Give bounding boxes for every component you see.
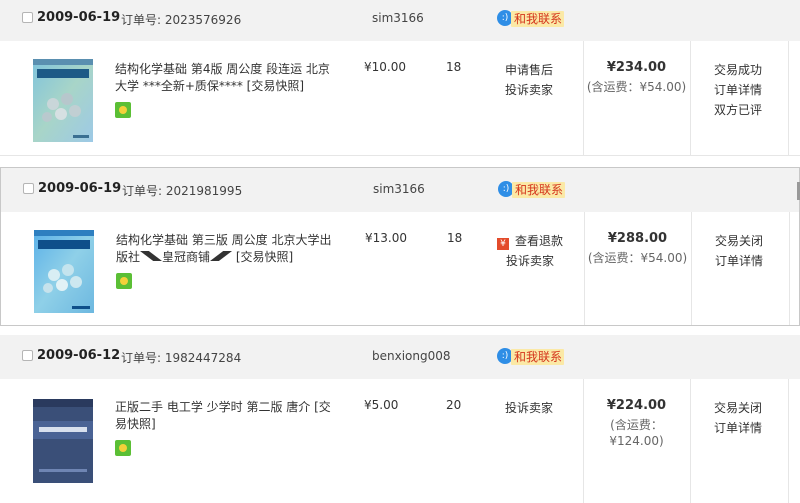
complain-seller-link[interactable]: 投诉卖家 <box>505 80 553 100</box>
apply-after-sales-link[interactable]: 申请售后 <box>505 60 553 80</box>
status-text: 交易关闭 <box>715 234 764 248</box>
contact-label: 和我联系 <box>511 349 565 365</box>
divider <box>583 41 584 155</box>
shipping-fee: (含运费：¥54.00) <box>586 80 687 94</box>
quantity: 18 <box>446 60 462 74</box>
order-status: 交易关闭 订单详情 <box>714 398 762 438</box>
unit-price: ¥10.00 <box>364 60 406 74</box>
order-item-row: 结构化学基础 第4版 周公度 段连运 北京大学 ***全新+质保**** [交易… <box>0 41 800 155</box>
divider <box>0 155 800 156</box>
quantity: 18 <box>447 231 463 245</box>
order-date: 2009-06-19 <box>38 181 122 196</box>
rating-status: 双方已评 <box>714 103 763 117</box>
seller-name[interactable]: benxiong008 <box>372 349 451 363</box>
contact-label: 和我联系 <box>511 11 565 27</box>
order-details-link[interactable]: 订单详情 <box>714 80 762 100</box>
order-item-row: 结构化学基础 第三版 周公度 北京大学出版社 皇冠商铺 [交易快照] ¥13.00… <box>1 212 800 326</box>
order-details-link[interactable]: 订单详情 <box>714 418 762 438</box>
order-status: 交易关闭 订单详情 <box>715 231 763 271</box>
divider <box>690 41 691 155</box>
consumer-protection-icon <box>116 273 132 289</box>
order-card-selected: 2009-06-19 订单号: 2021981995 sim3166 :) 和我… <box>0 167 800 326</box>
unit-price: ¥13.00 <box>365 231 407 245</box>
order-actions: 投诉卖家 <box>505 398 553 418</box>
divider <box>690 379 691 503</box>
order-card: 2009-06-19 订单号: 2023576926 sim3166 :) 和我… <box>0 0 800 158</box>
status-text: 交易关闭 <box>714 401 763 415</box>
order-checkbox[interactable] <box>22 12 33 23</box>
order-item-row: 正版二手 电工学 少学时 第二版 唐介 [交易快照] ¥5.00 20 投诉卖家… <box>0 379 800 503</box>
order-date: 2009-06-12 <box>37 348 121 363</box>
snapshot-link[interactable]: [交易快照] <box>232 250 293 264</box>
order-header: 2009-06-12 订单号: 1982447284 benxiong008 :… <box>0 335 800 379</box>
order-header: 2009-06-19 订单号: 2023576926 sim3166 :) 和我… <box>0 0 800 41</box>
order-details-link[interactable]: 订单详情 <box>715 251 763 271</box>
consumer-protection-icon <box>115 102 131 118</box>
divider <box>584 212 585 325</box>
complain-seller-link[interactable]: 投诉卖家 <box>497 251 563 271</box>
contact-label: 和我联系 <box>512 182 566 198</box>
order-total: ¥234.00 <box>606 60 667 75</box>
product-title-link[interactable]: 正版二手 电工学 少学时 第二版 唐介 [交易快照] <box>115 399 340 433</box>
shipping-label: (含运费： <box>610 418 663 432</box>
seller-name[interactable]: sim3166 <box>372 11 424 25</box>
ribbon-left-icon <box>140 251 163 261</box>
product-thumbnail[interactable] <box>33 399 93 483</box>
order-total: ¥288.00 <box>607 231 668 246</box>
divider <box>691 212 692 325</box>
shipping-amount: ¥124.00) <box>609 434 664 448</box>
order-status: 交易成功 订单详情 双方已评 <box>714 60 762 120</box>
order-header: 2009-06-19 订单号: 2021981995 sim3166 :) 和我… <box>1 168 799 212</box>
order-number: 订单号: 2021981995 <box>122 184 243 198</box>
order-date: 2009-06-19 <box>37 10 121 25</box>
quantity: 20 <box>446 398 462 412</box>
status-text: 交易成功 <box>714 63 763 77</box>
divider <box>788 41 789 155</box>
refund-icon: ¥ <box>497 238 509 250</box>
shop-label: 皇冠商铺 <box>162 250 211 264</box>
order-actions: 申请售后 投诉卖家 <box>505 60 553 100</box>
view-refund-link[interactable]: ¥ 查看退款 <box>497 231 563 251</box>
divider <box>789 212 790 325</box>
product-title-link[interactable]: 结构化学基础 第三版 周公度 北京大学出版社 皇冠商铺 [交易快照] <box>116 232 341 266</box>
order-number: 订单号: 1982447284 <box>121 351 242 365</box>
title-text: 结构化学基础 第三版 周公度 北京大学出版社 <box>116 233 332 264</box>
order-total: ¥224.00 <box>606 398 667 413</box>
complain-seller-link[interactable]: 投诉卖家 <box>505 398 553 418</box>
divider <box>788 379 789 503</box>
order-actions: ¥ 查看退款 投诉卖家 <box>497 231 563 271</box>
consumer-protection-icon <box>115 440 131 456</box>
product-thumbnail[interactable] <box>33 59 93 142</box>
ribbon-right-icon <box>210 251 233 261</box>
order-checkbox[interactable] <box>23 183 34 194</box>
order-number: 订单号: 2023576926 <box>121 13 242 27</box>
divider <box>583 379 584 503</box>
unit-price: ¥5.00 <box>364 398 399 412</box>
order-checkbox[interactable] <box>22 350 33 361</box>
product-title-link[interactable]: 结构化学基础 第4版 周公度 段连运 北京大学 ***全新+质保**** [交易… <box>115 61 340 95</box>
shipping-fee: (含运费： ¥124.00) <box>583 417 690 449</box>
product-thumbnail[interactable] <box>34 230 94 313</box>
shipping-fee: (含运费：¥54.00) <box>587 251 688 265</box>
view-refund-label: 查看退款 <box>515 234 564 248</box>
seller-name[interactable]: sim3166 <box>373 182 425 196</box>
order-card: 2009-06-12 订单号: 1982447284 benxiong008 :… <box>0 335 800 503</box>
